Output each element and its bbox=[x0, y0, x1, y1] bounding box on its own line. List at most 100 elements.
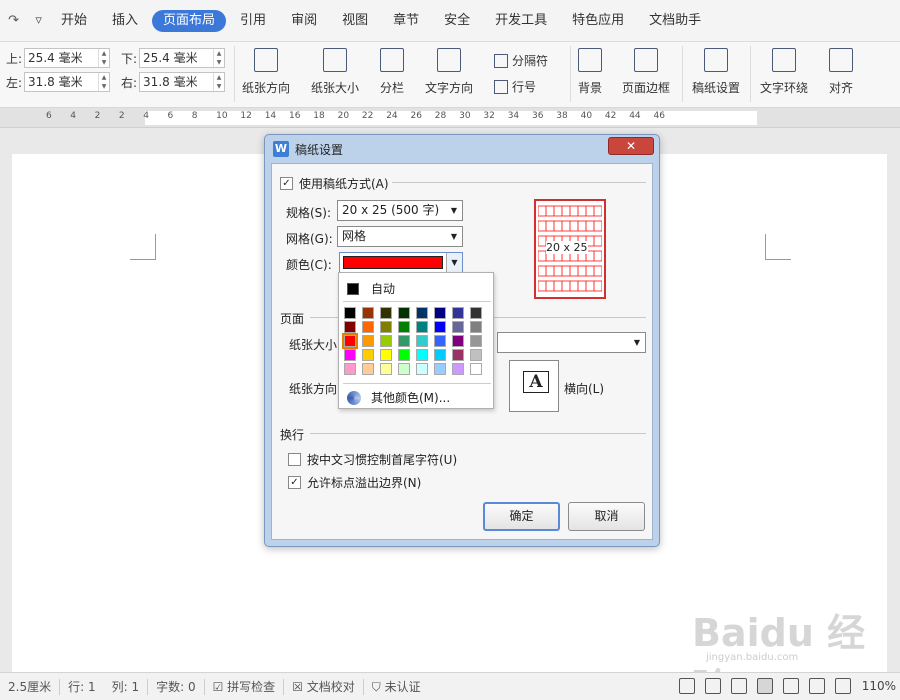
chinese-rule-option[interactable]: 按中文习惯控制首尾字符(U) bbox=[288, 451, 457, 468]
menu-tab[interactable]: 审阅 bbox=[280, 10, 328, 32]
color-swatch-option[interactable] bbox=[470, 307, 482, 319]
color-swatch-option[interactable] bbox=[380, 335, 392, 347]
paper-orientation-button[interactable]: 纸张方向 bbox=[242, 48, 290, 96]
menu-tab[interactable]: 开始 bbox=[50, 10, 98, 32]
color-select[interactable]: ▼ bbox=[339, 252, 463, 273]
color-swatch-option[interactable] bbox=[342, 333, 358, 349]
color-swatch-option[interactable] bbox=[416, 335, 428, 347]
chevron-down-icon[interactable]: ▼ bbox=[446, 253, 462, 272]
write-mode-icon[interactable] bbox=[730, 678, 747, 694]
overflow-checkbox[interactable]: ✓ bbox=[288, 476, 301, 489]
overflow-option[interactable]: ✓ 允许标点溢出边界(N) bbox=[288, 474, 421, 491]
color-swatch-option[interactable] bbox=[344, 363, 356, 375]
spell-check-button[interactable]: ☑ 拼写检查 bbox=[205, 678, 284, 695]
auth-status[interactable]: ⛉ 未认证 bbox=[364, 678, 429, 695]
outline-view-icon[interactable] bbox=[782, 678, 799, 694]
text-wrap-button[interactable]: 文字环绕 bbox=[760, 48, 808, 96]
color-swatch-option[interactable] bbox=[344, 321, 356, 333]
color-swatch-option[interactable] bbox=[380, 349, 392, 361]
dialog-close-button[interactable]: ✕ bbox=[608, 137, 654, 155]
spec-select[interactable]: 20 x 25 (500 字) ▼ bbox=[337, 200, 463, 221]
chinese-rule-checkbox[interactable] bbox=[288, 453, 301, 466]
separator-button[interactable]: 分隔符 bbox=[494, 52, 548, 69]
margin-right-input[interactable]: 31.8 毫米 ▲ ▼ bbox=[139, 72, 226, 92]
menu-tab[interactable]: 视图 bbox=[331, 10, 379, 32]
menu-tab[interactable]: 特色应用 bbox=[561, 10, 635, 32]
color-swatch-option[interactable] bbox=[416, 363, 428, 375]
horizontal-ruler[interactable]: 6 4 2 2 4 6 8 10 12 14 16 18 20 22 24 26 28 30 32 34 36 38 40 4… bbox=[0, 108, 900, 128]
color-swatch-option[interactable] bbox=[362, 335, 374, 347]
text-direction-button[interactable]: 文字方向 bbox=[425, 48, 473, 96]
color-swatch-option[interactable] bbox=[470, 363, 482, 375]
landscape-option[interactable]: A bbox=[509, 360, 559, 412]
color-swatch-option[interactable] bbox=[470, 321, 482, 333]
use-manuscript-checkbox[interactable]: ✓ bbox=[280, 177, 293, 190]
cancel-button[interactable]: 取消 bbox=[568, 502, 645, 531]
grid-select[interactable]: 网格 ▼ bbox=[337, 226, 463, 247]
color-swatch-option[interactable] bbox=[452, 335, 464, 347]
margin-top-spin[interactable]: ▲ ▼ bbox=[98, 49, 109, 67]
color-swatch-option[interactable] bbox=[434, 349, 446, 361]
ok-button[interactable]: 确定 bbox=[483, 502, 560, 531]
color-swatch-option[interactable] bbox=[398, 349, 410, 361]
margin-left-spin[interactable]: ▲ ▼ bbox=[98, 73, 109, 91]
page-view-icon[interactable] bbox=[756, 678, 773, 694]
zoom-level[interactable]: 110% bbox=[862, 679, 896, 693]
color-swatch-option[interactable] bbox=[398, 335, 410, 347]
use-manuscript-option[interactable]: ✓ 使用稿纸方式(A) bbox=[280, 175, 389, 192]
doc-proof-button[interactable]: ☒ 文档校对 bbox=[284, 678, 363, 695]
background-button[interactable]: 背景 bbox=[578, 48, 602, 96]
web-view-icon[interactable] bbox=[808, 678, 825, 694]
eye-protection-icon[interactable] bbox=[834, 678, 851, 694]
color-swatch-option[interactable] bbox=[434, 335, 446, 347]
color-swatch-option[interactable] bbox=[362, 349, 374, 361]
landscape-label[interactable]: 横向(L) bbox=[564, 380, 604, 397]
color-swatch-option[interactable] bbox=[398, 321, 410, 333]
margin-left-input[interactable]: 31.8 毫米 ▲ ▼ bbox=[24, 72, 111, 92]
align-button[interactable]: 对齐 bbox=[829, 48, 853, 96]
paper-size-button[interactable]: 纸张大小 bbox=[311, 48, 359, 96]
menu-tab[interactable]: 引用 bbox=[229, 10, 277, 32]
color-swatch-option[interactable] bbox=[416, 349, 428, 361]
columns-button[interactable]: 分栏 bbox=[380, 48, 404, 96]
customize-icon[interactable]: ▿ bbox=[35, 13, 42, 28]
menu-tab[interactable]: 安全 bbox=[433, 10, 481, 32]
color-swatch-option[interactable] bbox=[470, 335, 482, 347]
color-swatch-option[interactable] bbox=[452, 349, 464, 361]
redo-icon[interactable]: ↷ bbox=[8, 13, 19, 28]
color-swatch-option[interactable] bbox=[398, 363, 410, 375]
color-swatch-option[interactable] bbox=[380, 363, 392, 375]
color-swatch-option[interactable] bbox=[344, 307, 356, 319]
color-swatch-option[interactable] bbox=[362, 363, 374, 375]
menu-tab[interactable]: 插入 bbox=[101, 10, 149, 32]
status-char-count[interactable]: 字数: 0 bbox=[148, 678, 204, 695]
fullscreen-icon[interactable] bbox=[678, 678, 695, 694]
color-swatch-option[interactable] bbox=[434, 363, 446, 375]
page-border-button[interactable]: 页面边框 bbox=[622, 48, 670, 96]
color-swatch-option[interactable] bbox=[380, 307, 392, 319]
manuscript-settings-button[interactable]: 稿纸设置 bbox=[692, 48, 740, 96]
dialog-titlebar[interactable]: W 稿纸设置 bbox=[265, 135, 659, 163]
menu-tab[interactable]: 开发工具 bbox=[484, 10, 558, 32]
color-swatch-option[interactable] bbox=[416, 321, 428, 333]
margin-bottom-input[interactable]: 25.4 毫米 ▲ ▼ bbox=[139, 48, 226, 68]
color-swatch-option[interactable] bbox=[452, 307, 464, 319]
more-colors-option[interactable]: 其他颜色(M)... bbox=[347, 389, 450, 406]
menu-tab[interactable]: 章节 bbox=[382, 10, 430, 32]
menu-tab[interactable]: 页面布局 bbox=[152, 9, 227, 32]
color-swatch-option[interactable] bbox=[344, 349, 356, 361]
color-swatch-option[interactable] bbox=[398, 307, 410, 319]
margin-bottom-spin[interactable]: ▲ ▼ bbox=[213, 49, 224, 67]
color-swatch-option[interactable] bbox=[434, 307, 446, 319]
paper-size-select[interactable]: ▼ bbox=[497, 332, 646, 353]
menu-tab[interactable]: 文档助手 bbox=[638, 10, 712, 32]
read-mode-icon[interactable] bbox=[704, 678, 721, 694]
color-swatch-option[interactable] bbox=[452, 321, 464, 333]
auto-color-option[interactable]: 自动 bbox=[347, 280, 395, 297]
color-swatch-option[interactable] bbox=[452, 363, 464, 375]
margin-right-spin[interactable]: ▲ ▼ bbox=[213, 73, 224, 91]
color-swatch-option[interactable] bbox=[416, 307, 428, 319]
color-swatch-option[interactable] bbox=[434, 321, 446, 333]
color-swatch-option[interactable] bbox=[470, 349, 482, 361]
margin-top-input[interactable]: 25.4 毫米 ▲ ▼ bbox=[24, 48, 111, 68]
